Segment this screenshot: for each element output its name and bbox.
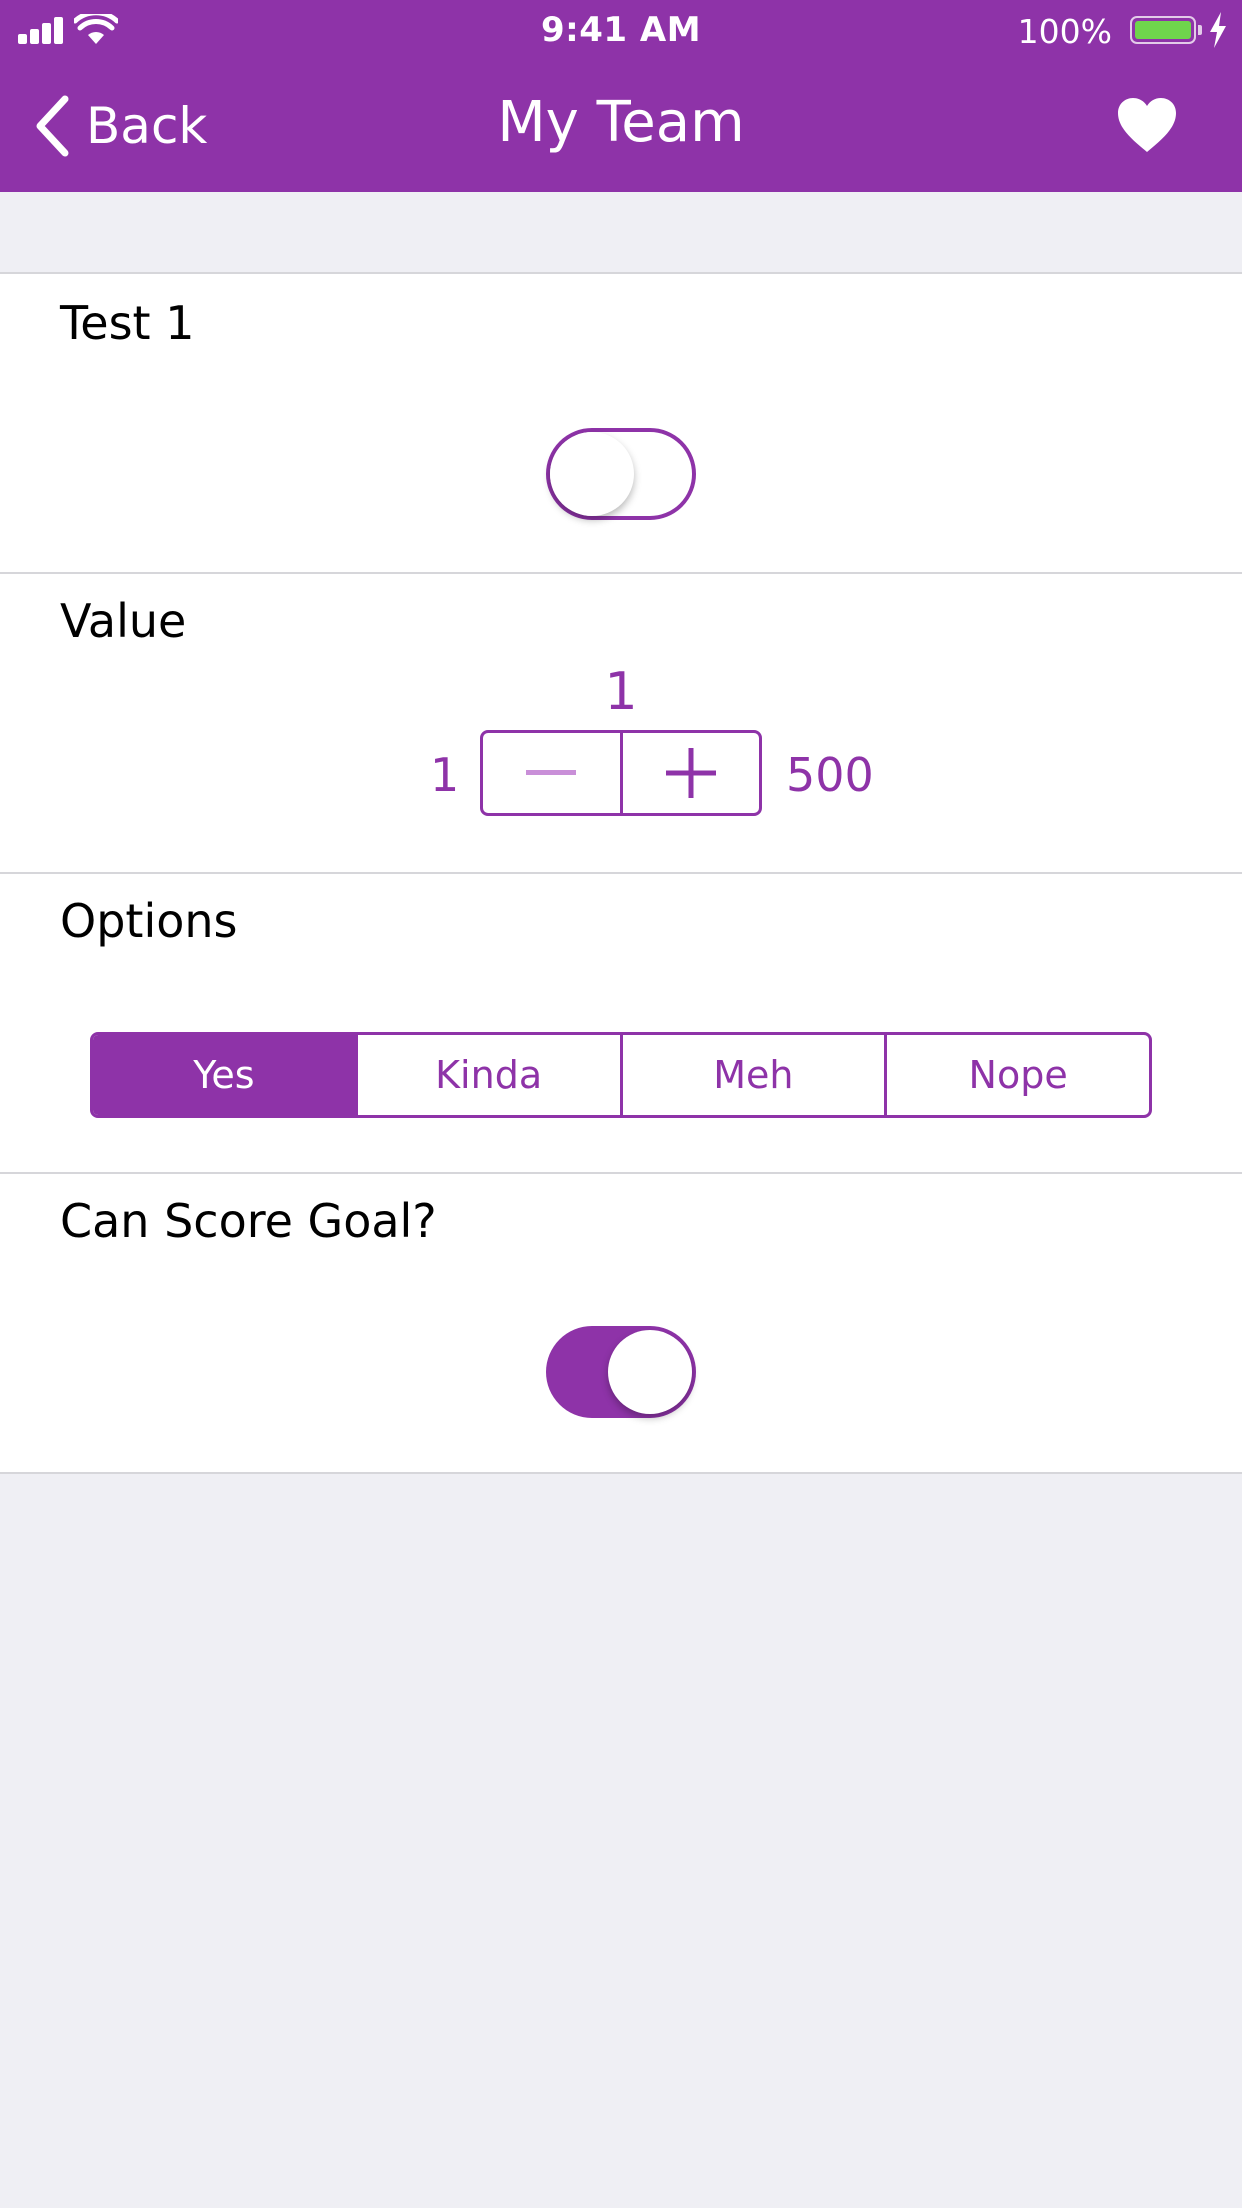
options-label: Options [60, 894, 238, 948]
charging-bolt-icon [1210, 12, 1226, 48]
stepper-current-value: 1 [604, 662, 638, 722]
increment-button[interactable] [619, 733, 760, 813]
heart-icon[interactable] [1116, 96, 1178, 154]
segment-yes[interactable]: Yes [93, 1035, 355, 1115]
decrement-button[interactable] [483, 733, 620, 813]
stepper-min-value: 1 [430, 748, 460, 802]
toggle-knob [550, 432, 634, 516]
page-title: My Team [497, 90, 745, 155]
segment-nope[interactable]: Nope [884, 1035, 1149, 1115]
minus-icon [526, 770, 577, 775]
plus-icon [665, 748, 716, 798]
segment-meh[interactable]: Meh [619, 1035, 885, 1115]
row-value: Value 1 1 500 [0, 574, 1242, 874]
segment-kinda[interactable]: Kinda [354, 1035, 620, 1115]
stepper-max-value: 500 [786, 748, 874, 802]
test-1-toggle[interactable] [546, 428, 696, 520]
navigation-bar: 9:41 AM 100% Back My Team [0, 0, 1242, 192]
quantity-stepper [480, 730, 762, 816]
battery-tip [1198, 25, 1202, 35]
options-segmented-control: Yes Kinda Meh Nope [90, 1032, 1152, 1118]
status-bar: 9:41 AM 100% [0, 0, 1242, 62]
test-1-label: Test 1 [60, 296, 195, 350]
battery-icon [1130, 16, 1196, 44]
row-can-score-goal: Can Score Goal? [0, 1174, 1242, 1474]
row-options: Options Yes Kinda Meh Nope [0, 874, 1242, 1174]
value-label: Value [60, 594, 187, 648]
can-score-goal-label: Can Score Goal? [60, 1194, 437, 1248]
row-test-1: Test 1 [0, 272, 1242, 574]
can-score-goal-toggle[interactable] [546, 1326, 696, 1418]
toggle-knob [608, 1330, 692, 1414]
battery-percentage: 100% [1017, 12, 1112, 51]
